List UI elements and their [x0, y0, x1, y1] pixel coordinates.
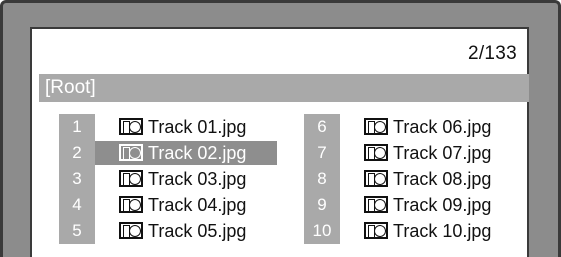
file-row[interactable]: 10 Track 10.jpg — [304, 218, 524, 244]
file-number: 2 — [59, 140, 95, 166]
folder-path-bar: [Root] — [39, 74, 529, 102]
file-row[interactable]: 4 Track 04.jpg — [59, 192, 279, 218]
file-name: Track 02.jpg — [148, 143, 247, 163]
file-number: 10 — [304, 218, 340, 244]
image-file-icon — [119, 170, 143, 187]
folder-name: [Root] — [45, 77, 96, 98]
file-name: Track 09.jpg — [393, 195, 492, 215]
file-name: Track 10.jpg — [393, 221, 492, 241]
file-row[interactable]: 6 Track 06.jpg — [304, 114, 524, 140]
file-name-cell: Track 03.jpg — [119, 166, 246, 192]
file-number: 4 — [59, 192, 95, 218]
image-file-icon — [119, 144, 143, 161]
file-name-cell: Track 07.jpg — [364, 140, 491, 166]
file-name-cell: Track 02.jpg — [119, 140, 246, 166]
file-column-left: 1 Track 01.jpg 2 Track 02.jpg 3 Track 03… — [59, 114, 279, 244]
file-row[interactable]: 7 Track 07.jpg — [304, 140, 524, 166]
file-row[interactable]: 1 Track 01.jpg — [59, 114, 279, 140]
file-name: Track 04.jpg — [148, 195, 247, 215]
file-number: 1 — [59, 114, 95, 140]
file-name-cell: Track 05.jpg — [119, 218, 246, 244]
file-number: 9 — [304, 192, 340, 218]
file-row[interactable]: 9 Track 09.jpg — [304, 192, 524, 218]
file-number: 8 — [304, 166, 340, 192]
file-name: Track 03.jpg — [148, 169, 247, 189]
page-counter: 2/133 — [467, 43, 517, 64]
image-file-icon — [119, 222, 143, 239]
image-file-icon — [364, 196, 388, 213]
file-name: Track 01.jpg — [148, 117, 247, 137]
image-file-icon — [119, 118, 143, 135]
file-row[interactable]: 3 Track 03.jpg — [59, 166, 279, 192]
file-browser-screen: 2/133 [Root] 1 Track 01.jpg 2 Track 02.j… — [30, 27, 529, 257]
image-file-icon — [364, 118, 388, 135]
image-file-icon — [364, 144, 388, 161]
file-number: 5 — [59, 218, 95, 244]
file-name-cell: Track 08.jpg — [364, 166, 491, 192]
file-name: Track 08.jpg — [393, 169, 492, 189]
image-file-icon — [364, 170, 388, 187]
file-number: 7 — [304, 140, 340, 166]
file-name: Track 06.jpg — [393, 117, 492, 137]
file-number: 6 — [304, 114, 340, 140]
file-row[interactable]: 2 Track 02.jpg — [59, 140, 279, 166]
file-name: Track 05.jpg — [148, 221, 247, 241]
image-file-icon — [364, 222, 388, 239]
file-name-cell: Track 06.jpg — [364, 114, 491, 140]
file-name-cell: Track 10.jpg — [364, 218, 491, 244]
file-row[interactable]: 5 Track 05.jpg — [59, 218, 279, 244]
file-row[interactable]: 8 Track 08.jpg — [304, 166, 524, 192]
file-column-right: 6 Track 06.jpg 7 Track 07.jpg 8 Track 08… — [304, 114, 524, 244]
file-name-cell: Track 09.jpg — [364, 192, 491, 218]
file-name: Track 07.jpg — [393, 143, 492, 163]
image-file-icon — [119, 196, 143, 213]
file-name-cell: Track 01.jpg — [119, 114, 246, 140]
file-name-cell: Track 04.jpg — [119, 192, 246, 218]
file-number: 3 — [59, 166, 95, 192]
